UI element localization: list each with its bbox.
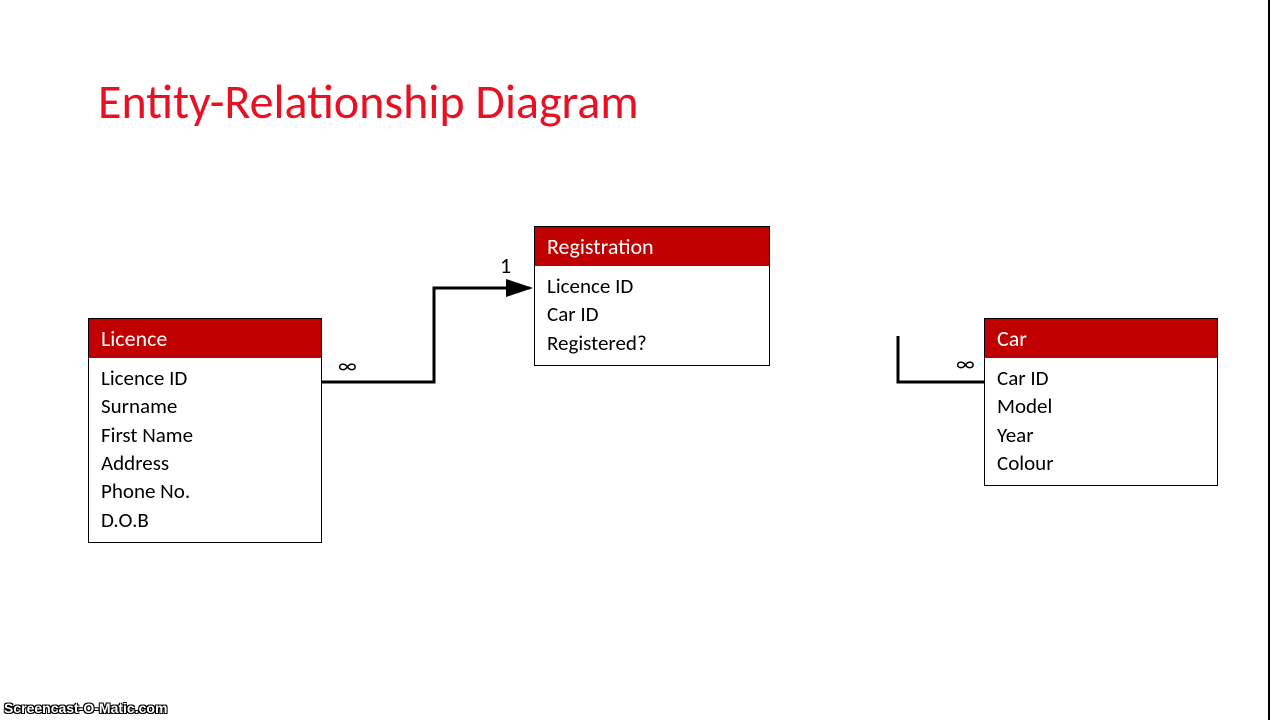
watermark: Screencast-O-Matic.com: [4, 700, 167, 716]
cardinality-registration-side: 1: [500, 252, 511, 279]
entity-licence-field: Address: [101, 449, 309, 477]
entity-car-field: Car ID: [997, 364, 1205, 392]
entity-licence-field: D.O.B: [101, 506, 309, 534]
entity-licence-field: Surname: [101, 392, 309, 420]
entity-car-body: Car ID Model Year Colour: [985, 358, 1217, 485]
entity-licence-field: First Name: [101, 421, 309, 449]
cardinality-car-side: ∞: [956, 350, 975, 377]
entity-registration-field: Licence ID: [547, 272, 757, 300]
entity-licence-body: Licence ID Surname First Name Address Ph…: [89, 358, 321, 542]
entity-car-field: Year: [997, 421, 1205, 449]
entity-licence-field: Phone No.: [101, 477, 309, 505]
slide-title: Entity-Relationship Diagram: [98, 72, 639, 131]
entity-car: Car Car ID Model Year Colour: [984, 318, 1218, 486]
entity-car-field: Model: [997, 392, 1205, 420]
entity-registration-field: Registered?: [547, 329, 757, 357]
entity-registration: Registration Licence ID Car ID Registere…: [534, 226, 770, 366]
entity-licence-header: Licence: [89, 319, 321, 358]
entity-car-header: Car: [985, 319, 1217, 358]
entity-registration-field: Car ID: [547, 300, 757, 328]
slide-right-border: [1268, 0, 1270, 720]
cardinality-licence-side: ∞: [338, 352, 357, 379]
entity-registration-body: Licence ID Car ID Registered?: [535, 266, 769, 365]
entity-licence: Licence Licence ID Surname First Name Ad…: [88, 318, 322, 543]
entity-car-field: Colour: [997, 449, 1205, 477]
entity-licence-field: Licence ID: [101, 364, 309, 392]
entity-registration-header: Registration: [535, 227, 769, 266]
